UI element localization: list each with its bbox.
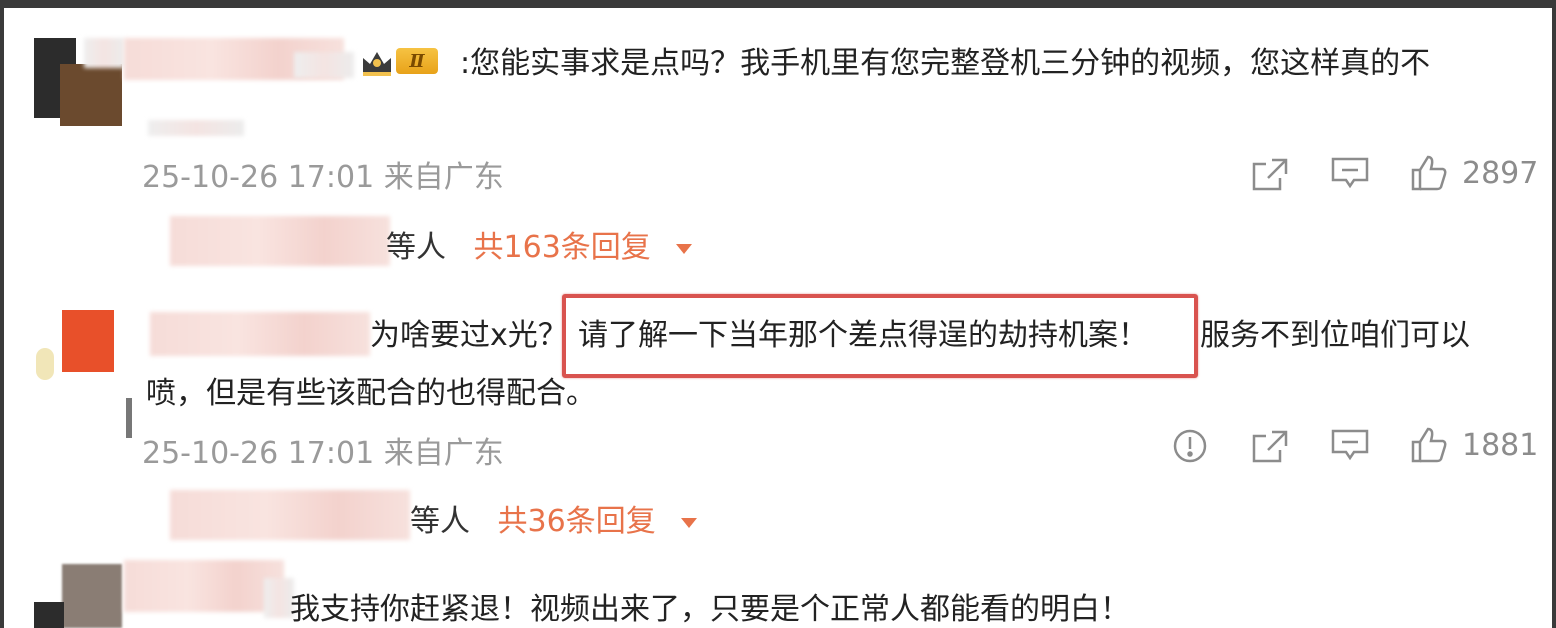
avatar-badge-icon: [36, 348, 54, 380]
like-icon: [1411, 155, 1447, 191]
redacted-username[interactable]: [124, 560, 284, 612]
redacted-username[interactable]: [150, 312, 370, 356]
avatar-edge: [34, 602, 64, 628]
like-count: 2897: [1462, 155, 1539, 191]
comment-text-prefix: 为啥要过x光？: [370, 318, 568, 353]
vip-crown-icon: [360, 46, 394, 82]
reply-summary[interactable]: 等人 共163条回复: [386, 222, 693, 266]
side-marker: [126, 398, 132, 438]
reply-summary[interactable]: 等人 共36条回复: [410, 496, 698, 540]
share-button[interactable]: [1250, 156, 1290, 192]
redacted-reply-users: [170, 216, 390, 266]
avatar[interactable]: [62, 564, 122, 628]
level-badge-wrap: Ⅱ: [396, 48, 438, 74]
reply-button[interactable]: [1330, 156, 1370, 192]
reply-count-link[interactable]: 共163条回复: [474, 230, 651, 265]
reply-button[interactable]: [1330, 428, 1370, 464]
reply-count-link[interactable]: 共36条回复: [498, 504, 656, 539]
comment-text-line2: 喷，但是有些该配合的也得配合。: [146, 376, 596, 411]
comment-text: :您能实事求是点吗？我手机里有您完整登机三分钟的视频，您这样真的不: [460, 46, 1431, 81]
report-button[interactable]: [1172, 428, 1208, 464]
like-icon: [1411, 427, 1447, 463]
share-icon: [1252, 158, 1288, 191]
avatar[interactable]: [62, 310, 114, 372]
reply-users-suffix: 等人: [410, 504, 470, 539]
comment-icon: [1331, 157, 1369, 189]
share-button[interactable]: [1250, 428, 1290, 464]
comment-icon: [1331, 429, 1369, 461]
comment-text: 我支持你赶紧退！视频出来了，只要是个正常人都能看的明白！: [290, 592, 1130, 627]
like-button[interactable]: 2897: [1410, 154, 1538, 192]
redacted-reply-users: [170, 490, 410, 540]
like-count: 1881: [1462, 427, 1539, 463]
comment-list: Ⅱ :您能实事求是点吗？我手机里有您完整登机三分钟的视频，您这样真的不 25-1…: [4, 8, 1552, 628]
level-badge: Ⅱ: [396, 48, 438, 74]
expand-caret-icon[interactable]: [676, 243, 693, 254]
share-icon: [1252, 430, 1288, 463]
comment-timestamp: 25-10-26 17:01 来自广东: [142, 160, 504, 195]
truncated-text-line: [148, 120, 244, 136]
report-icon: [1173, 429, 1207, 463]
comment-timestamp: 25-10-26 17:01 来自广东: [142, 436, 504, 471]
expand-caret-icon[interactable]: [681, 517, 698, 528]
avatar-image: [60, 64, 122, 126]
comment-text-highlight: 请了解一下当年那个差点得逞的劫持机案！: [578, 318, 1148, 353]
like-button[interactable]: 1881: [1410, 426, 1538, 464]
redacted-username: [84, 38, 124, 68]
redacted-username-fade: [294, 52, 354, 78]
reply-users-suffix: 等人: [386, 230, 446, 265]
comment-text-suffix: 服务不到位咱们可以: [1200, 318, 1470, 353]
